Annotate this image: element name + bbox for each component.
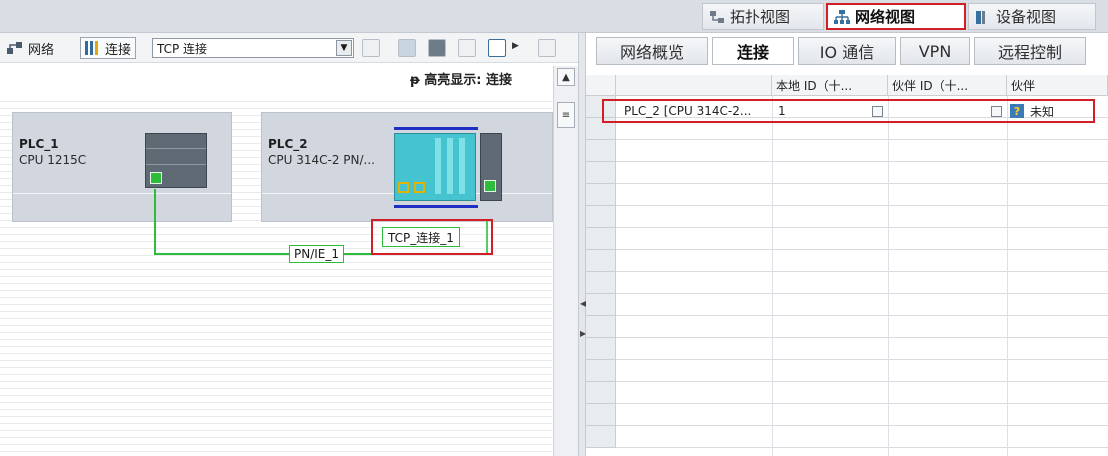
pin-icon: ᵽ [410, 73, 420, 88]
tab-io-communication[interactable]: IO 通信 [798, 37, 896, 65]
device-column-icon[interactable] [428, 39, 446, 57]
connections-table: 本地 ID（十... 伙伴 ID（十... 伙伴 PLC_2 [CPU 314C… [586, 75, 1108, 456]
network-mode-button[interactable]: 网络 [6, 37, 54, 59]
tab-network-view[interactable]: 网络视图 [826, 3, 966, 30]
show-table-icon[interactable] [488, 39, 506, 57]
tab-network-label: 网络视图 [855, 8, 916, 26]
network-mode-icon [7, 42, 22, 54]
connection-type-select[interactable]: TCP 连接 ▼ [152, 38, 354, 58]
table-row-local[interactable]: PLC_2 [CPU 314C-2... [620, 100, 770, 122]
network-settings-icon[interactable] [398, 39, 416, 57]
connections-mode-button[interactable]: 连接 [80, 37, 137, 59]
tab-vpn[interactable]: VPN [900, 37, 970, 65]
pane-splitter[interactable]: ◀ ▶ [578, 33, 586, 456]
device-type: CPU 314C-2 PN/... [268, 153, 375, 167]
column-header-local[interactable] [616, 75, 772, 96]
port-icon [398, 182, 409, 193]
tab-connections[interactable]: 连接 [712, 37, 794, 65]
tab-device-view[interactable]: 设备视图 [968, 3, 1096, 30]
profinet-port-icon[interactable] [150, 172, 162, 184]
network-toolbar: 网络 连接 TCP 连接 ▼ ▶ [0, 33, 578, 63]
connection-type-value: TCP 连接 [157, 41, 208, 56]
unknown-device-icon: ? [1010, 104, 1024, 118]
edit-field-icon[interactable] [991, 106, 1002, 117]
connections-mode-label: 连接 [105, 42, 132, 58]
device-plc-1[interactable]: PLC_1 CPU 1215C [12, 112, 232, 222]
device-icon [976, 10, 985, 24]
view-switch-bar: 拓扑视图 网络视图 设备视图 [0, 0, 1108, 33]
profinet-port-icon[interactable] [484, 180, 496, 192]
connection-label[interactable]: TCP_连接_1 [382, 227, 460, 247]
assign-name-icon[interactable] [362, 39, 380, 57]
table-row-local-id[interactable]: 1 [774, 100, 854, 122]
table-row-partner[interactable]: 未知 [1026, 100, 1096, 122]
canvas-vertical-scrollbar[interactable]: ▲ ≡ [553, 66, 578, 456]
edit-field-icon[interactable] [872, 106, 883, 117]
overview-pane: 网络概览 连接 IO 通信 VPN 远程控制 本地 ID（十... 伙伴 ID（… [586, 33, 1108, 456]
network-icon [834, 9, 850, 24]
plc-2-cp-module [480, 133, 502, 201]
column-header-local-id[interactable]: 本地 ID（十... [772, 75, 888, 96]
plc-1-module [145, 133, 207, 188]
table-row-partner-id[interactable] [892, 100, 982, 122]
expand-arrow-icon[interactable]: ▶ [512, 41, 519, 51]
highlight-mode-text: 高亮显示: 连接 [424, 73, 512, 88]
profinet-bus-top [394, 127, 478, 130]
subnet-drop-plc-1 [154, 189, 156, 255]
scroll-thumb[interactable]: ≡ [557, 102, 575, 128]
plc-2-module [394, 133, 476, 201]
device-name: PLC_1 [19, 137, 59, 151]
grid-icon[interactable] [458, 39, 476, 57]
scroll-up-icon[interactable]: ▲ [557, 68, 575, 86]
network-view-pane: 网络 连接 TCP 连接 ▼ ▶ ᵽ 高亮显示: 连接 PLC_1 CPU 12… [0, 33, 578, 456]
topology-icon [710, 10, 724, 23]
subnet-label[interactable]: PN/IE_1 [289, 245, 345, 263]
profinet-bus-bottom [394, 205, 478, 208]
zoom-fit-icon[interactable] [538, 39, 556, 57]
device-type: CPU 1215C [19, 153, 87, 167]
chevron-down-icon[interactable]: ▼ [336, 40, 352, 56]
column-header-corner [586, 75, 616, 96]
column-header-partner-id[interactable]: 伙伴 ID（十... [888, 75, 1007, 96]
tab-remote-control[interactable]: 远程控制 [974, 37, 1086, 65]
tab-topology-label: 拓扑视图 [730, 8, 791, 26]
network-mode-label: 网络 [28, 42, 55, 58]
column-header-partner[interactable]: 伙伴 [1007, 75, 1108, 96]
device-plc-2[interactable]: PLC_2 CPU 314C-2 PN/... [261, 112, 553, 222]
highlight-mode-label: ᵽ 高亮显示: 连接 [410, 69, 512, 88]
tab-network-overview[interactable]: 网络概览 [596, 37, 708, 65]
tab-device-label: 设备视图 [996, 8, 1057, 26]
tab-topology-view[interactable]: 拓扑视图 [702, 3, 824, 30]
device-name: PLC_2 [268, 137, 308, 151]
connections-mode-icon [85, 41, 98, 55]
port-icon [414, 182, 425, 193]
